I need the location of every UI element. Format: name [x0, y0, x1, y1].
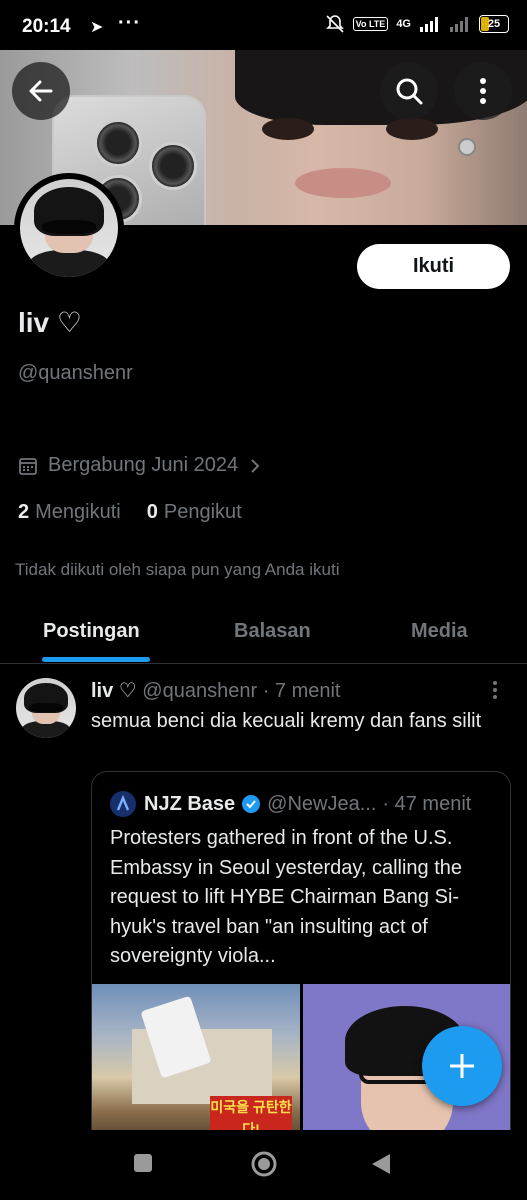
post-author-name[interactable]: liv ♡: [91, 680, 137, 702]
post-header: liv ♡ @quanshenr · 7 menit: [91, 678, 341, 703]
more-options-button[interactable]: [454, 62, 512, 120]
njz-logo-icon: [110, 791, 136, 817]
quote-header: NJZ Base @NewJea... · 47 menit: [110, 791, 471, 817]
profile-handle: @quanshenr: [18, 362, 133, 384]
verified-badge-icon: [242, 795, 261, 813]
compose-button[interactable]: [422, 1026, 502, 1106]
tab-postingan[interactable]: Postingan: [43, 620, 140, 643]
status-time: 20:14: [22, 16, 71, 37]
calendar-icon: [19, 457, 37, 475]
tab-media[interactable]: Media: [411, 620, 468, 643]
muted-bell-icon: [325, 15, 344, 33]
tab-balasan[interactable]: Balasan: [234, 620, 311, 643]
battery-icon: 25: [479, 15, 509, 33]
follow-stats: 2 Mengikuti 0 Pengikut: [18, 501, 242, 524]
quote-author-name: NJZ Base: [144, 792, 236, 815]
search-button[interactable]: [380, 62, 438, 120]
square-icon: [134, 1154, 152, 1172]
post-text: semua benci dia kecuali kremy dan fans s…: [91, 710, 482, 732]
volte-icon: Vo LTE: [352, 17, 389, 31]
more-vertical-icon: [480, 78, 486, 104]
plus-icon: [450, 1054, 474, 1078]
more-notifications-icon: ···: [118, 12, 141, 34]
not-followed-note: Tidak diikuti oleh siapa pun yang Anda i…: [15, 560, 340, 579]
profile-avatar[interactable]: [14, 173, 124, 283]
quote-image-protest[interactable]: 미국을 규탄한다!: [92, 984, 300, 1152]
post-avatar[interactable]: [16, 678, 76, 738]
signal-2-icon: [450, 17, 468, 32]
status-icons: Vo LTE 4G 25: [325, 14, 509, 34]
triangle-back-icon: [372, 1154, 390, 1174]
followers-link[interactable]: 0 Pengikut: [147, 501, 242, 524]
back-nav-button[interactable]: [370, 1152, 392, 1181]
telegram-icon: ➤: [90, 19, 104, 36]
search-icon: [396, 78, 423, 105]
network-type: 4G: [396, 18, 411, 30]
active-tab-indicator: [42, 657, 150, 662]
quote-time: · 47 menit: [382, 792, 472, 815]
more-vertical-icon: [493, 681, 497, 699]
home-button[interactable]: [250, 1150, 278, 1183]
following-label: Mengikuti: [35, 501, 121, 523]
profile-name: liv ♡: [18, 307, 83, 338]
arrow-left-icon: [29, 80, 53, 102]
back-button[interactable]: [12, 62, 70, 120]
circle-home-icon: [251, 1151, 277, 1177]
quote-text: Protesters gathered in front of the U.S.…: [110, 827, 463, 967]
status-bar: 20:14 ➤ ··· Vo LTE 4G 25: [0, 0, 527, 50]
followers-label: Pengikut: [163, 501, 242, 523]
chevron-right-icon: [251, 458, 260, 473]
followers-count: 0: [146, 501, 158, 523]
following-link[interactable]: 2 Mengikuti: [18, 501, 121, 524]
quote-author-handle: @NewJea...: [267, 792, 377, 815]
post-more-button[interactable]: [492, 680, 498, 700]
post-author-handle: @quanshenr: [142, 680, 258, 702]
profile-tabs: Postingan Balasan Media: [0, 600, 527, 664]
system-nav-bar: [0, 1130, 527, 1200]
joined-date[interactable]: Bergabung Juni 2024: [18, 454, 262, 477]
following-count: 2: [18, 501, 30, 523]
joined-text: Bergabung Juni 2024: [48, 454, 239, 476]
post-time: · 7 menit: [262, 680, 341, 702]
signal-icon: [420, 17, 438, 32]
recents-button[interactable]: [132, 1152, 154, 1179]
follow-button[interactable]: Ikuti: [357, 244, 510, 289]
